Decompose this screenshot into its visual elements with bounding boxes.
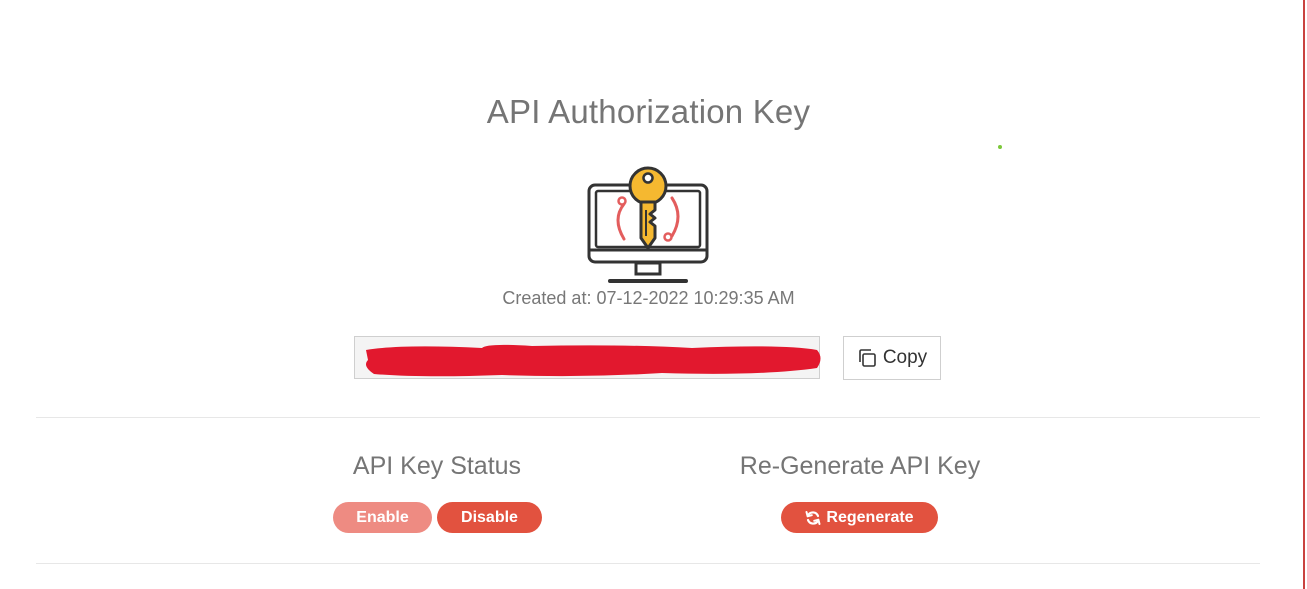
divider-top bbox=[36, 417, 1260, 418]
regenerate-button-label: Regenerate bbox=[826, 508, 914, 526]
divider-bottom bbox=[36, 563, 1260, 564]
disable-button[interactable]: Disable bbox=[437, 502, 542, 533]
indicator-dot bbox=[998, 145, 1002, 149]
api-key-page: API Authorization Key Created at: 07-12-… bbox=[0, 0, 1307, 589]
api-key-icon bbox=[587, 166, 709, 283]
api-key-status-title: API Key Status bbox=[352, 452, 522, 480]
regenerate-button[interactable]: Regenerate bbox=[781, 502, 938, 533]
copy-button-label: Copy bbox=[882, 347, 928, 368]
created-at-text: Created at: 07-12-2022 10:29:35 AM bbox=[502, 288, 795, 308]
page-title: API Authorization Key bbox=[486, 93, 811, 130]
enable-button[interactable]: Enable bbox=[333, 502, 432, 533]
copy-button[interactable]: Copy bbox=[843, 336, 941, 380]
refresh-icon bbox=[805, 510, 821, 525]
regenerate-api-key-title: Re-Generate API Key bbox=[739, 452, 981, 480]
window-edge bbox=[1303, 0, 1305, 589]
api-key-field[interactable] bbox=[354, 336, 820, 379]
copy-icon bbox=[859, 349, 876, 367]
